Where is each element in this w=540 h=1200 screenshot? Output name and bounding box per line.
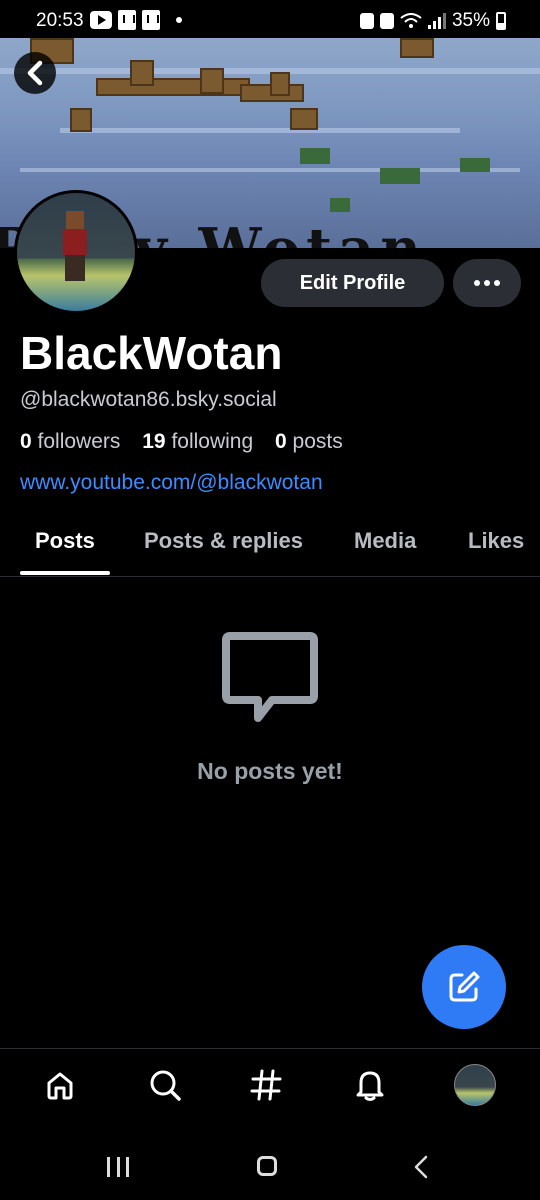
display-name: BlackWotan	[20, 327, 283, 379]
status-bar: 20:53 35%	[0, 0, 540, 38]
profile-tabs: Posts Posts & replies Media Likes	[0, 510, 540, 577]
search-icon	[150, 1070, 181, 1101]
profile-link[interactable]: www.youtube.com/@blackwotan	[20, 471, 323, 495]
battery-icon	[496, 12, 506, 30]
twitch-icon	[118, 10, 136, 30]
tab-posts-and-replies[interactable]: Posts & replies	[144, 528, 303, 554]
chevron-left-icon	[27, 60, 43, 86]
more-notifications-icon	[176, 17, 182, 23]
bottom-navigation	[0, 1048, 540, 1129]
edit-profile-button[interactable]: Edit Profile	[261, 259, 444, 307]
tab-posts[interactable]: Posts	[35, 528, 95, 554]
back-nav-icon[interactable]	[410, 1155, 432, 1179]
followers-count[interactable]: 0	[20, 430, 32, 453]
ellipsis-icon	[474, 280, 480, 286]
following-label[interactable]: following	[171, 430, 253, 453]
wifi-icon	[400, 13, 422, 28]
status-time: 20:53	[36, 10, 84, 31]
nav-profile-avatar[interactable]	[454, 1064, 496, 1106]
posts-label: posts	[292, 430, 343, 453]
avatar-character	[61, 211, 89, 281]
sync-icon	[359, 13, 374, 29]
followers-label[interactable]: followers	[38, 430, 121, 453]
youtube-icon	[90, 11, 112, 29]
hashtag-icon	[250, 1069, 282, 1101]
recent-apps-button[interactable]	[107, 1157, 129, 1177]
following-count[interactable]: 19	[142, 430, 165, 453]
home-icon	[47, 1072, 73, 1100]
battery-percent: 35%	[451, 10, 490, 31]
nav-home[interactable]	[40, 1065, 80, 1105]
posts-count: 0	[275, 430, 287, 453]
more-options-button[interactable]	[453, 259, 521, 307]
active-tab-indicator	[20, 571, 110, 575]
status-indicators: 35%	[359, 10, 506, 32]
tab-media[interactable]: Media	[354, 528, 416, 554]
compose-button[interactable]	[422, 945, 506, 1029]
compose-icon	[449, 971, 480, 1002]
system-navigation	[0, 1130, 540, 1200]
home-button[interactable]	[257, 1156, 277, 1176]
tab-likes[interactable]: Likes	[468, 528, 524, 554]
alarm-icon	[379, 13, 394, 29]
profile-stats: 0 followers 19 following 0 posts	[20, 430, 343, 454]
nav-feeds[interactable]	[246, 1065, 286, 1105]
signal-icon	[427, 13, 446, 29]
message-bubble-icon	[222, 632, 318, 722]
profile-handle: @blackwotan86.bsky.social	[20, 388, 277, 411]
back-button[interactable]	[14, 52, 56, 94]
twitch-icon	[142, 10, 160, 30]
notification-icons	[90, 10, 182, 30]
empty-state-text: No posts yet!	[197, 758, 343, 784]
profile-avatar[interactable]	[14, 190, 138, 314]
nav-notifications[interactable]	[350, 1065, 390, 1105]
bell-icon	[356, 1071, 384, 1101]
nav-search[interactable]	[145, 1065, 185, 1105]
